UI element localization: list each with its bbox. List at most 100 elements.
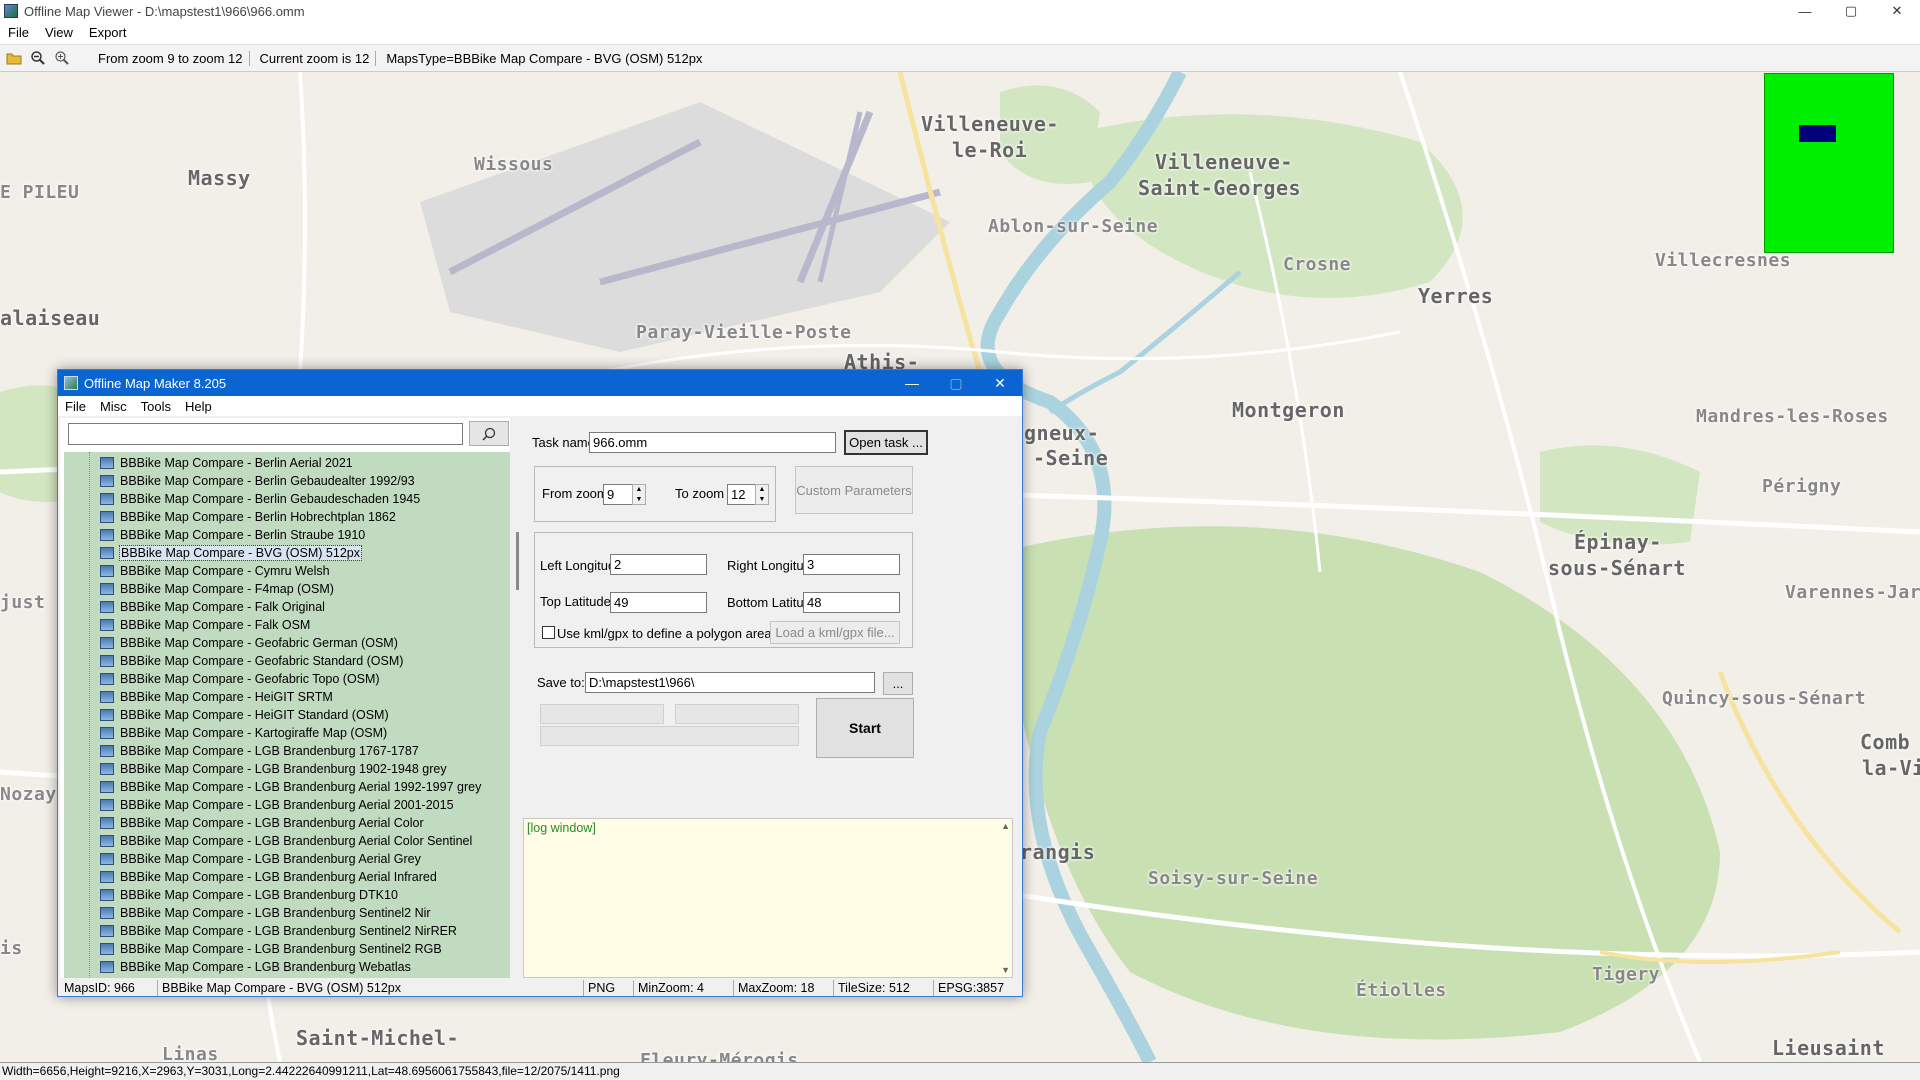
place-label: Ablon-sur-Seine bbox=[988, 216, 1159, 237]
scroll-down-icon[interactable]: ▼ bbox=[1001, 965, 1010, 975]
map-list-item[interactable]: BBBike Map Compare - Geofabric German (O… bbox=[100, 634, 398, 652]
scroll-up-icon[interactable]: ▲ bbox=[1001, 821, 1010, 831]
map-list-item[interactable]: BBBike Map Compare - Falk Original bbox=[100, 598, 325, 616]
place-label: Villecresnes bbox=[1655, 250, 1792, 271]
map-list-item[interactable]: BBBike Map Compare - HeiGIT Standard (OS… bbox=[100, 706, 389, 724]
map-list-item[interactable]: BBBike Map Compare - Geofabric Topo (OSM… bbox=[100, 670, 380, 688]
map-list-item[interactable]: BBBike Map Compare - LGB Brandenburg Sen… bbox=[100, 922, 457, 940]
format-status: PNG bbox=[584, 980, 634, 996]
maps-pane: BBBike Map Compare - Berlin Aerial 2021 B… bbox=[60, 418, 510, 978]
epsg-status: EPSG:3857 bbox=[938, 981, 1005, 995]
from-zoom-input[interactable]: 9 bbox=[603, 484, 633, 505]
map-list-item[interactable]: BBBike Map Compare - Falk OSM bbox=[100, 616, 310, 634]
save-to-input[interactable]: D:\mapstest1\966\ bbox=[585, 672, 875, 693]
map-list-item[interactable]: BBBike Map Compare - LGB Brandenburg Aer… bbox=[100, 832, 472, 850]
map-list-item[interactable]: BBBike Map Compare - HeiGIT SRTM bbox=[100, 688, 333, 706]
dialog-menu-misc[interactable]: Misc bbox=[93, 399, 134, 414]
map-tile-icon bbox=[100, 637, 114, 649]
map-list-item[interactable]: BBBike Map Compare - F4map (OSM) bbox=[100, 580, 334, 598]
close-button[interactable]: ✕ bbox=[1874, 0, 1920, 22]
zoom-in-icon[interactable] bbox=[52, 48, 72, 68]
map-list-item-label: BBBike Map Compare - HeiGIT SRTM bbox=[120, 690, 333, 704]
menu-export[interactable]: Export bbox=[81, 25, 135, 40]
place-label: Épinay- bbox=[1574, 530, 1662, 554]
map-tile-icon bbox=[100, 799, 114, 811]
map-list-item[interactable]: BBBike Map Compare - Berlin Gebaudeschad… bbox=[100, 490, 420, 508]
minimize-button[interactable]: — bbox=[1782, 0, 1828, 22]
maximize-button[interactable]: ▢ bbox=[1828, 0, 1874, 22]
map-tile-icon bbox=[100, 943, 114, 955]
map-list-item[interactable]: BBBike Map Compare - Kartogiraffe Map (O… bbox=[100, 724, 387, 742]
map-list-item[interactable]: BBBike Map Compare - LGB Brandenburg Sen… bbox=[100, 940, 442, 958]
task-name-label: Task name bbox=[532, 435, 595, 450]
task-name-input[interactable]: 966.omm bbox=[589, 432, 836, 453]
map-list-item[interactable]: BBBike Map Compare - LGB Brandenburg Aer… bbox=[100, 868, 437, 886]
dialog-menu-tools[interactable]: Tools bbox=[134, 399, 178, 414]
map-list-item[interactable]: BBBike Map Compare - LGB Brandenburg Aer… bbox=[100, 814, 424, 832]
left-longitude-input[interactable]: 2 bbox=[610, 554, 707, 575]
map-tile-icon bbox=[100, 925, 114, 937]
map-list-item-label: BBBike Map Compare - Falk OSM bbox=[120, 618, 311, 632]
map-list-item-label: BBBike Map Compare - Kartogiraffe Map (O… bbox=[120, 726, 388, 740]
progress-bar-total bbox=[540, 726, 799, 746]
open-folder-icon[interactable] bbox=[4, 48, 24, 68]
use-kml-checkbox[interactable] bbox=[542, 626, 555, 639]
map-list-item[interactable]: BBBike Map Compare - LGB Brandenburg DTK… bbox=[100, 886, 398, 904]
scrollbar-thumb[interactable] bbox=[516, 532, 519, 590]
bottom-latitude-input[interactable]: 48 bbox=[803, 592, 900, 613]
forest-area bbox=[1000, 526, 1720, 1040]
map-tile-icon bbox=[100, 511, 114, 523]
map-list-item[interactable]: BBBike Map Compare - LGB Brandenburg Aer… bbox=[100, 778, 481, 796]
dialog-maximize-button[interactable]: ▢ bbox=[934, 370, 978, 396]
map-list-item[interactable]: BBBike Map Compare - Cymru Welsh bbox=[100, 562, 330, 580]
map-list-item-label: BBBike Map Compare - F4map (OSM) bbox=[120, 582, 334, 596]
dialog-close-button[interactable]: ✕ bbox=[978, 370, 1022, 396]
map-list-item-label: BBBike Map Compare - Geofabric Standard … bbox=[120, 654, 404, 668]
map-list-item-label: BBBike Map Compare - LGB Brandenburg 176… bbox=[120, 744, 419, 758]
log-window[interactable]: [log window] ▲ ▼ bbox=[523, 818, 1013, 978]
map-list-item[interactable]: BBBike Map Compare - Geofabric Standard … bbox=[100, 652, 403, 670]
map-list-item[interactable]: BBBike Map Compare - LGB Brandenburg Aer… bbox=[100, 796, 454, 814]
overview-minimap[interactable] bbox=[1764, 73, 1894, 253]
place-label: -Seine bbox=[1033, 446, 1109, 470]
place-label: Wissous bbox=[474, 154, 554, 175]
to-zoom-spinner[interactable]: ▲ ▼ bbox=[755, 484, 769, 505]
dialog-minimize-button[interactable]: — bbox=[890, 370, 934, 396]
map-list-item[interactable]: BBBike Map Compare - LGB Brandenburg Sen… bbox=[100, 904, 431, 922]
browse-folder-button[interactable]: ... bbox=[883, 672, 913, 695]
place-label: Quincy-sous-Sénart bbox=[1662, 688, 1867, 709]
start-button[interactable]: Start bbox=[816, 698, 914, 758]
search-button[interactable] bbox=[469, 421, 509, 446]
map-list-item[interactable]: BBBike Map Compare - Berlin Straube 1910 bbox=[100, 526, 365, 544]
custom-parameters-button[interactable]: Custom Parameters bbox=[795, 466, 913, 514]
top-latitude-input[interactable]: 49 bbox=[610, 592, 707, 613]
right-longitude-input[interactable]: 3 bbox=[803, 554, 900, 575]
app-map-icon bbox=[4, 4, 18, 18]
dialog-menu-help[interactable]: Help bbox=[178, 399, 219, 414]
place-label: Crosne bbox=[1283, 254, 1352, 275]
map-list-item-label: BBBike Map Compare - LGB Brandenburg Aer… bbox=[120, 870, 437, 884]
zoom-out-icon[interactable] bbox=[28, 48, 48, 68]
map-list-item[interactable]: BBBike Map Compare - Berlin Hobrechtplan… bbox=[100, 508, 396, 526]
map-list-item[interactable]: BBBike Map Compare - Berlin Aerial 2021 bbox=[100, 454, 353, 472]
maps-tree-list[interactable]: BBBike Map Compare - Berlin Aerial 2021 B… bbox=[64, 452, 510, 978]
open-task-button[interactable]: Open task ... bbox=[844, 430, 928, 455]
map-search-input[interactable] bbox=[68, 423, 463, 445]
menu-file[interactable]: File bbox=[0, 25, 37, 40]
map-maker-dialog: Offline Map Maker 8.205 — ▢ ✕ File Misc … bbox=[57, 369, 1023, 997]
load-kml-button[interactable]: Load a kml/gpx file... bbox=[770, 621, 900, 644]
menu-view[interactable]: View bbox=[37, 25, 81, 40]
dialog-app-icon bbox=[64, 376, 78, 390]
dialog-menu-file[interactable]: File bbox=[58, 399, 93, 414]
map-list-item[interactable]: BBBike Map Compare - Berlin Gebaudealter… bbox=[100, 472, 415, 490]
map-list-item[interactable]: BBBike Map Compare - LGB Brandenburg Web… bbox=[100, 958, 411, 976]
top-latitude-label: Top Latitude bbox=[540, 594, 611, 609]
place-label: Lieusaint bbox=[1772, 1036, 1885, 1060]
map-list-item[interactable]: BBBike Map Compare - LGB Brandenburg 176… bbox=[100, 742, 419, 760]
map-list-item[interactable]: BBBike Map Compare - BVG (OSM) 512px bbox=[100, 544, 362, 562]
to-zoom-input[interactable]: 12 bbox=[727, 484, 757, 505]
from-zoom-spinner[interactable]: ▲ ▼ bbox=[632, 484, 646, 505]
map-list-item[interactable]: BBBike Map Compare - LGB Brandenburg Aer… bbox=[100, 850, 421, 868]
minimap-viewport[interactable] bbox=[1799, 125, 1836, 142]
map-list-item[interactable]: BBBike Map Compare - LGB Brandenburg 190… bbox=[100, 760, 447, 778]
